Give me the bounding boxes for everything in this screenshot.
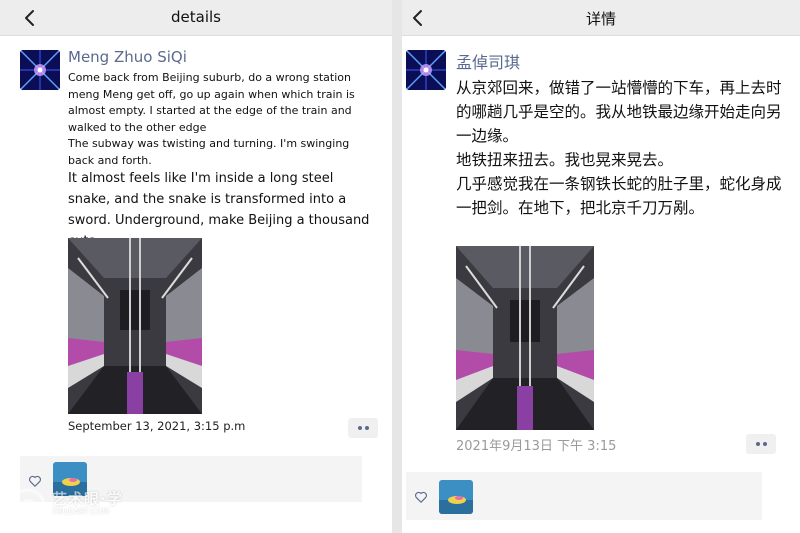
panel-divider bbox=[392, 0, 402, 533]
post-paragraph-2: The subway was twisting and turning. I'm… bbox=[68, 137, 350, 167]
page-title: 详情 bbox=[585, 10, 616, 28]
liker-avatar[interactable] bbox=[439, 480, 473, 514]
avatar[interactable] bbox=[20, 50, 60, 90]
heart-outline-icon bbox=[415, 491, 427, 503]
likes-box bbox=[406, 472, 762, 520]
page-title: details bbox=[171, 8, 221, 26]
avatar-image bbox=[20, 50, 60, 90]
author-name[interactable]: 孟倬司琪 bbox=[456, 49, 520, 73]
more-dots-icon bbox=[357, 426, 362, 430]
watermark-icon bbox=[10, 488, 46, 524]
detail-panel-chinese: 详情 孟倬司琪 从京郊回来，做错了一站懵懵的下车，再上去时的哪趟几乎是空的。我从… bbox=[402, 0, 800, 533]
post-timestamp: 2021年9月13日 下午 3:15 bbox=[456, 439, 617, 454]
post-paragraph-1: Come back from Beijing suburb, do a wron… bbox=[68, 71, 355, 134]
subway-car-image bbox=[456, 246, 594, 430]
detail-panel-english: details Meng Zhuo SiQi Come back from Be… bbox=[0, 0, 392, 533]
watermark-title: 艺术眼·学 bbox=[52, 490, 123, 508]
nav-bar: details bbox=[0, 0, 392, 36]
avatar-image bbox=[406, 50, 446, 90]
more-button[interactable] bbox=[746, 434, 776, 454]
nav-bar: 详情 bbox=[402, 0, 800, 36]
watermark-subtitle: TRUEART.COM bbox=[52, 507, 110, 516]
author-name[interactable]: Meng Zhuo SiQi bbox=[68, 48, 187, 66]
watermark-logo: 艺术眼·学 TRUEART.COM bbox=[8, 486, 138, 526]
post-photo[interactable] bbox=[68, 238, 202, 414]
post-text: 从京郊回来，做错了一站懵懵的下车，再上去时的哪趟几乎是空的。我从地铁最边缘开始走… bbox=[456, 79, 782, 217]
subway-car-image bbox=[68, 238, 202, 414]
more-button[interactable] bbox=[348, 418, 378, 438]
post-photo[interactable] bbox=[456, 246, 594, 430]
more-dots-icon bbox=[755, 442, 760, 446]
post-timestamp: September 13, 2021, 3:15 p.m bbox=[68, 419, 246, 433]
avatar[interactable] bbox=[406, 50, 446, 90]
